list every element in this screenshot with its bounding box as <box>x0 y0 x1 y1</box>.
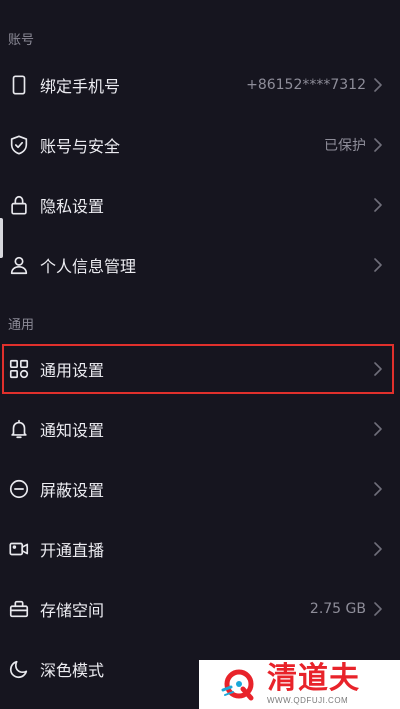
chevron-right-icon <box>372 421 384 437</box>
settings-row-live-streaming[interactable]: 开通直播 <box>0 519 400 579</box>
settings-row-block-settings[interactable]: 屏蔽设置 <box>0 459 400 519</box>
chevron-right-icon <box>372 77 384 93</box>
row-label: 通用设置 <box>40 361 105 380</box>
row-value: +86152****7312 <box>246 77 366 93</box>
settings-row-account-security[interactable]: 账号与安全 已保护 <box>0 115 400 175</box>
row-label: 绑定手机号 <box>40 77 121 96</box>
chevron-right-icon <box>372 361 384 377</box>
section-header-general: 通用 <box>8 318 35 333</box>
row-label: 存储空间 <box>40 601 105 620</box>
phone-icon <box>8 74 30 96</box>
row-value: 已保护 <box>324 138 366 154</box>
minus-circle-icon <box>8 478 30 500</box>
row-label: 隐私设置 <box>40 197 105 216</box>
lock-icon <box>8 194 30 216</box>
settings-row-bind-phone[interactable]: 绑定手机号 +86152****7312 <box>0 55 400 115</box>
video-camera-icon <box>8 538 30 560</box>
chevron-right-icon <box>372 197 384 213</box>
chevron-right-icon <box>372 601 384 617</box>
edge-handle <box>0 218 3 258</box>
chevron-right-icon <box>372 257 384 273</box>
chevron-right-icon <box>372 137 384 153</box>
watermark-url: WWW.QDFUJI.COM <box>267 696 349 705</box>
row-label: 个人信息管理 <box>40 257 137 276</box>
settings-row-notifications[interactable]: 通知设置 <box>0 399 400 459</box>
row-label: 深色模式 <box>40 661 105 680</box>
watermark: 清道夫 WWW.QDFUJI.COM <box>199 660 400 709</box>
settings-row-storage[interactable]: 存储空间 2.75 GB <box>0 579 400 639</box>
bell-icon <box>8 418 30 440</box>
watermark-logo-icon <box>221 669 254 700</box>
chevron-right-icon <box>372 541 384 557</box>
person-icon <box>8 254 30 276</box>
settings-row-general-settings[interactable]: 通用设置 <box>0 339 400 399</box>
row-label: 账号与安全 <box>40 137 121 156</box>
grid-apps-icon <box>8 358 30 380</box>
settings-row-personal-info[interactable]: 个人信息管理 <box>0 235 400 295</box>
settings-screen: 账号 绑定手机号 +86152****7312 账号与安全 已保护 隐私设置 个… <box>0 0 400 709</box>
chevron-right-icon <box>372 481 384 497</box>
settings-row-privacy[interactable]: 隐私设置 <box>0 175 400 235</box>
row-label: 开通直播 <box>40 541 105 560</box>
storage-box-icon <box>8 598 30 620</box>
shield-check-icon <box>8 134 30 156</box>
section-header-account: 账号 <box>8 33 35 48</box>
row-label: 通知设置 <box>40 421 105 440</box>
row-label: 屏蔽设置 <box>40 481 105 500</box>
row-value: 2.75 GB <box>309 601 366 617</box>
watermark-name: 清道夫 <box>267 661 360 696</box>
moon-icon <box>8 658 30 680</box>
